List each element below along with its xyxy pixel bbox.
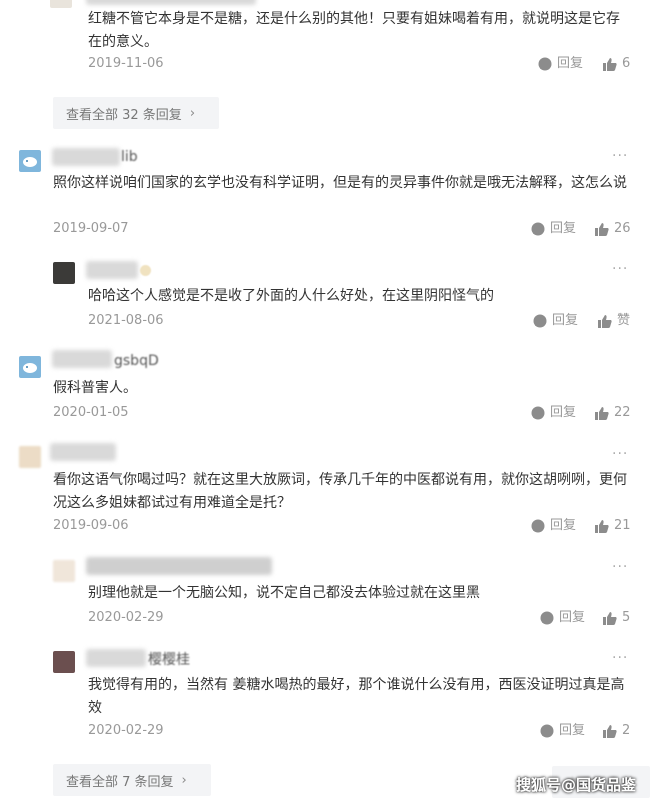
comment-bubble-icon [531, 222, 545, 236]
avatar [19, 446, 41, 468]
chevron-right-icon: › [181, 772, 187, 788]
username [50, 443, 116, 461]
view-all-replies-button[interactable]: 查看全部 7 条回复 › [53, 764, 211, 796]
thumbs-up-icon [598, 315, 612, 328]
avatar [53, 651, 75, 673]
thumbs-up-icon [603, 612, 617, 625]
reply-label: 回复 [557, 56, 584, 71]
reply-label: 回复 [550, 405, 577, 420]
avatar [19, 356, 41, 378]
more-options-icon[interactable]: ··· [612, 148, 628, 164]
username-tail: gsbqD [114, 353, 159, 369]
username [52, 148, 120, 166]
comment-text: 我觉得有用的，当然有 姜糖水喝热的最好，那个谁说什么没有用，西医没证明过真是高效 [88, 677, 625, 716]
more-options-icon[interactable]: ··· [612, 446, 628, 462]
username [86, 557, 272, 575]
thumbs-up-icon [595, 520, 609, 533]
thumbs-up-icon [603, 58, 617, 71]
more-options-icon[interactable]: ··· [612, 650, 628, 666]
like-button[interactable]: 6 [603, 55, 630, 73]
like-count: 6 [622, 56, 631, 71]
thumbs-up-icon [603, 725, 617, 738]
like-count: 5 [622, 610, 631, 625]
like-count: 22 [614, 405, 631, 420]
like-button[interactable]: 5 [603, 609, 630, 627]
comment-date: 2019-09-07 [53, 221, 129, 236]
view-all-label: 查看全部 7 条回复 [66, 774, 174, 790]
view-all-replies-button[interactable]: 查看全部 32 条回复 › [53, 97, 219, 129]
like-count: 2 [622, 723, 631, 738]
comment-bubble-icon [531, 406, 545, 420]
comment-text: 哈哈这个人感觉是不是收了外面的人什么好处，在这里阴阳怪气的 [88, 288, 494, 304]
reply-label: 回复 [559, 723, 586, 738]
comment-text: 假科普害人。 [53, 380, 137, 396]
username [86, 261, 138, 279]
thumbs-up-icon [595, 407, 609, 420]
reply-button[interactable]: 回复 [540, 609, 585, 627]
like-count: 26 [614, 221, 631, 236]
avatar [19, 150, 41, 172]
reply-label: 回复 [550, 221, 577, 236]
comment-date: 2019-11-06 [88, 56, 164, 71]
comment-text: 照你这样说咱们国家的玄学也没有科学证明，但是有的灵异事件你就是哦无法解释，这怎么… [53, 175, 627, 191]
like-button[interactable]: 2 [603, 722, 630, 740]
like-count: 21 [614, 518, 631, 533]
username-badge [140, 265, 151, 276]
like-button[interactable]: 赞 [598, 312, 630, 330]
more-options-icon[interactable]: ··· [612, 261, 628, 277]
like-button[interactable]: 26 [595, 220, 631, 238]
comment-bubble-icon [538, 57, 552, 71]
like-button[interactable]: 21 [595, 517, 631, 535]
reply-label: 回复 [550, 518, 577, 533]
comment-date: 2020-02-29 [88, 723, 164, 738]
reply-username-cut [86, 0, 256, 5]
comment-text: 别理他就是一个无脑公知，说不定自己都没去体验过就在这里黑 [88, 585, 480, 601]
thumbs-up-icon [595, 223, 609, 236]
username [52, 350, 112, 368]
view-all-label: 查看全部 32 条回复 [66, 107, 182, 123]
like-button[interactable]: 22 [595, 404, 631, 422]
username-tail: lib [121, 149, 138, 165]
avatar-icon [23, 157, 37, 167]
comment-bubble-icon [540, 724, 554, 738]
reply-button[interactable]: 回复 [540, 722, 585, 740]
username-tail: 樱樱桂 [148, 652, 190, 668]
reply-button[interactable]: 回复 [538, 55, 583, 73]
comment-date: 2019-09-06 [53, 518, 129, 533]
comment-bubble-icon [533, 314, 547, 328]
username [86, 649, 146, 667]
reply-header-cut [50, 0, 72, 8]
comment-bubble-icon [540, 611, 554, 625]
avatar [53, 560, 75, 582]
reply-button[interactable]: 回复 [531, 220, 576, 238]
comment-date: 2020-01-05 [53, 405, 129, 420]
reply-button[interactable]: 回复 [533, 312, 578, 330]
comment-text: 红糖不管它本身是不是糖，还是什么别的其他！只要有姐妹喝着有用，就说明这是它存在的… [88, 11, 620, 50]
watermark: 搜狐号@国货品鉴 [515, 776, 636, 794]
comment-date: 2021-08-06 [88, 313, 164, 328]
avatar [53, 262, 75, 284]
reply-button[interactable]: 回复 [531, 404, 576, 422]
more-options-icon[interactable]: ··· [612, 559, 628, 575]
reply-button[interactable]: 回复 [531, 517, 576, 535]
comment-bubble-icon [531, 519, 545, 533]
reply-label: 回复 [559, 610, 586, 625]
comment-text: 看你这语气你喝过吗？就在这里大放厥词，传承几千年的中医都说有用，就你这胡咧咧，更… [53, 472, 627, 511]
comment-date: 2020-02-29 [88, 610, 164, 625]
avatar-icon [23, 363, 37, 373]
chevron-right-icon: › [189, 105, 196, 121]
reply-label: 回复 [552, 313, 579, 328]
like-count: 赞 [617, 313, 631, 328]
